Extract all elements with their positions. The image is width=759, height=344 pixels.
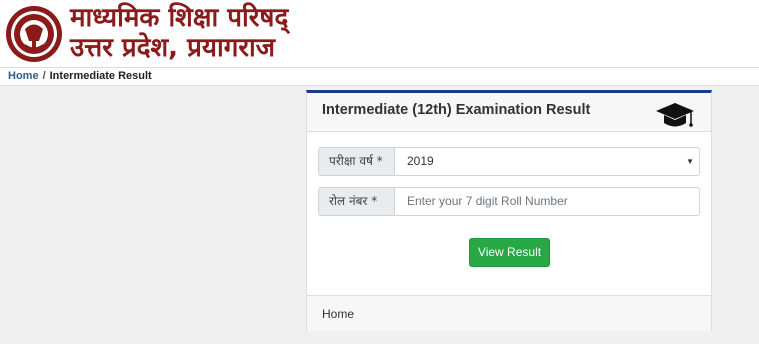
roll-number-group: रोल नंबर * Enter your 7 digit Roll Numbe… (318, 187, 700, 216)
graduation-cap-icon (656, 103, 694, 127)
roll-number-label: रोल नंबर * (318, 187, 394, 216)
breadcrumb-home-link[interactable]: Home (8, 70, 39, 82)
roll-number-placeholder: Enter your 7 digit Roll Number (407, 194, 568, 208)
exam-year-selected: 2019 (407, 154, 434, 168)
card-title: Intermediate (12th) Examination Result (322, 102, 591, 118)
exam-year-label: परीक्षा वर्ष * (318, 147, 394, 176)
breadcrumb-separator: / (42, 70, 46, 82)
exam-year-select[interactable]: 2019 ▼ (394, 147, 700, 176)
result-card: Intermediate (12th) Examination Result प… (306, 90, 712, 331)
board-seal-icon (6, 6, 62, 62)
footer-home-link[interactable]: Home (322, 307, 354, 321)
card-header: Intermediate (12th) Examination Result (307, 93, 711, 132)
view-result-button[interactable]: View Result (469, 238, 550, 267)
board-title-line1: माध्यमिक शिक्षा परिषद् (70, 3, 289, 33)
breadcrumb-current: Intermediate Result (49, 70, 152, 82)
chevron-down-icon: ▼ (686, 157, 694, 166)
card-footer: Home (307, 295, 711, 331)
board-title-line2: उत्तर प्रदेश, प्रयागराज (70, 33, 276, 63)
breadcrumb: Home / Intermediate Result (0, 67, 759, 86)
site-header: माध्यमिक शिक्षा परिषद् उत्तर प्रदेश, प्र… (0, 0, 759, 67)
exam-year-group: परीक्षा वर्ष * 2019 ▼ (318, 147, 700, 176)
roll-number-input[interactable]: Enter your 7 digit Roll Number (394, 187, 700, 216)
